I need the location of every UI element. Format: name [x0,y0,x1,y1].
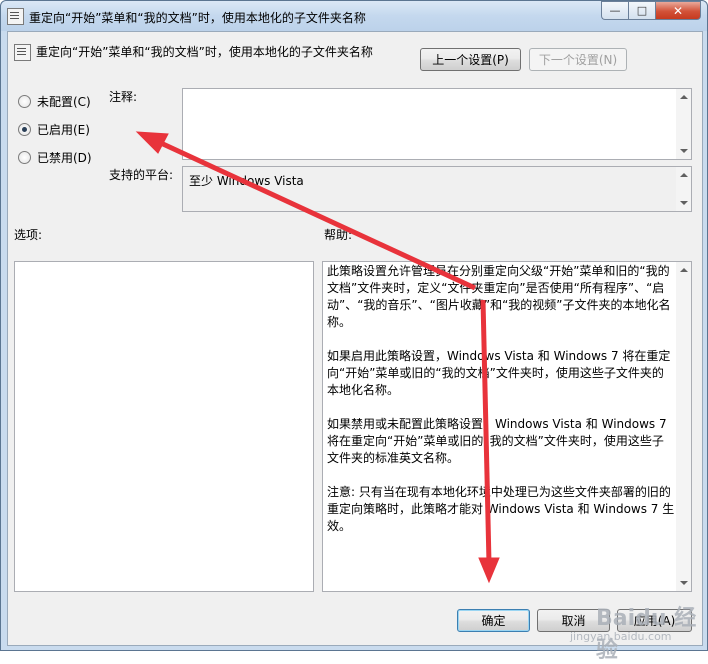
options-label: 选项: [14,228,43,242]
radio-not-configured[interactable]: 未配置(C) [18,93,91,110]
scroll-up-icon[interactable] [680,95,688,99]
supported-platform-value: 至少 Windows Vista [189,174,304,188]
window-title: 重定向“开始”菜单和“我的文档”时，使用本地化的子文件夹名称 [29,11,366,25]
maximize-button[interactable]: □ [628,1,655,20]
dialog-body: 重定向“开始”菜单和“我的文档”时，使用本地化的子文件夹名称 上一个设置(P) … [7,31,703,663]
comment-textarea[interactable] [182,88,692,160]
supported-platform-box: 至少 Windows Vista [182,166,692,212]
scroll-down-icon[interactable] [680,581,688,585]
help-paragraph: 注意: 只有当在现有本地化环境中处理已为这些文件夹部署的旧的重定向策略时，此策略… [327,485,675,533]
scroll-up-icon[interactable] [680,173,688,177]
scroll-down-icon[interactable] [680,201,688,205]
platform-scrollbar[interactable] [676,167,691,211]
help-scrollbar[interactable] [676,262,691,591]
help-paragraph: 此策略设置允许管理员在分别重定向父级“开始”菜单和旧的“我的文档”文件夹时，定义… [327,264,671,329]
radio-enabled[interactable]: 已启用(E) [18,121,90,138]
dialog-window: 重定向“开始”菜单和“我的文档”时，使用本地化的子文件夹名称 — □ ✕ 重定向… [0,0,708,663]
radio-disabled-label: 已禁用(D) [37,151,92,165]
scroll-up-icon[interactable] [680,268,688,272]
radio-enabled-circle[interactable] [18,123,31,136]
help-paragraph: 如果禁用或未配置此策略设置，Windows Vista 和 Windows 7 … [327,417,667,465]
help-text: 此策略设置允许管理员在分别重定向父级“开始”菜单和旧的“我的文档”文件夹时，定义… [327,263,675,552]
radio-disabled-circle[interactable] [18,151,31,164]
close-button[interactable]: ✕ [655,1,701,20]
scroll-down-icon[interactable] [680,149,688,153]
help-label: 帮助: [324,228,353,242]
radio-disabled[interactable]: 已禁用(D) [18,149,92,166]
options-panel [14,261,314,592]
watermark-url: jingyan.baidu.com [570,630,672,643]
radio-enabled-label: 已启用(E) [37,123,90,137]
minimize-button[interactable]: — [601,1,628,20]
policy-title: 重定向“开始”菜单和“我的文档”时，使用本地化的子文件夹名称 [36,45,373,59]
comment-label: 注释: [109,90,138,104]
radio-not-configured-label: 未配置(C) [37,95,91,109]
ok-button[interactable]: 确定 [457,609,530,632]
previous-setting-button[interactable]: 上一个设置(P) [420,48,521,71]
radio-not-configured-circle[interactable] [18,95,31,108]
policy-icon [14,44,31,61]
title-bar[interactable]: 重定向“开始”菜单和“我的文档”时，使用本地化的子文件夹名称 — □ ✕ [1,1,707,31]
policy-icon [7,8,24,25]
comment-scrollbar[interactable] [676,89,691,159]
next-setting-button[interactable]: 下一个设置(N) [529,48,627,71]
help-panel[interactable]: 此策略设置允许管理员在分别重定向父级“开始”菜单和旧的“我的文档”文件夹时，定义… [322,261,692,592]
help-paragraph: 如果启用此策略设置，Windows Vista 和 Windows 7 将在重定… [327,349,671,397]
supported-platform-label: 支持的平台: [109,168,174,182]
